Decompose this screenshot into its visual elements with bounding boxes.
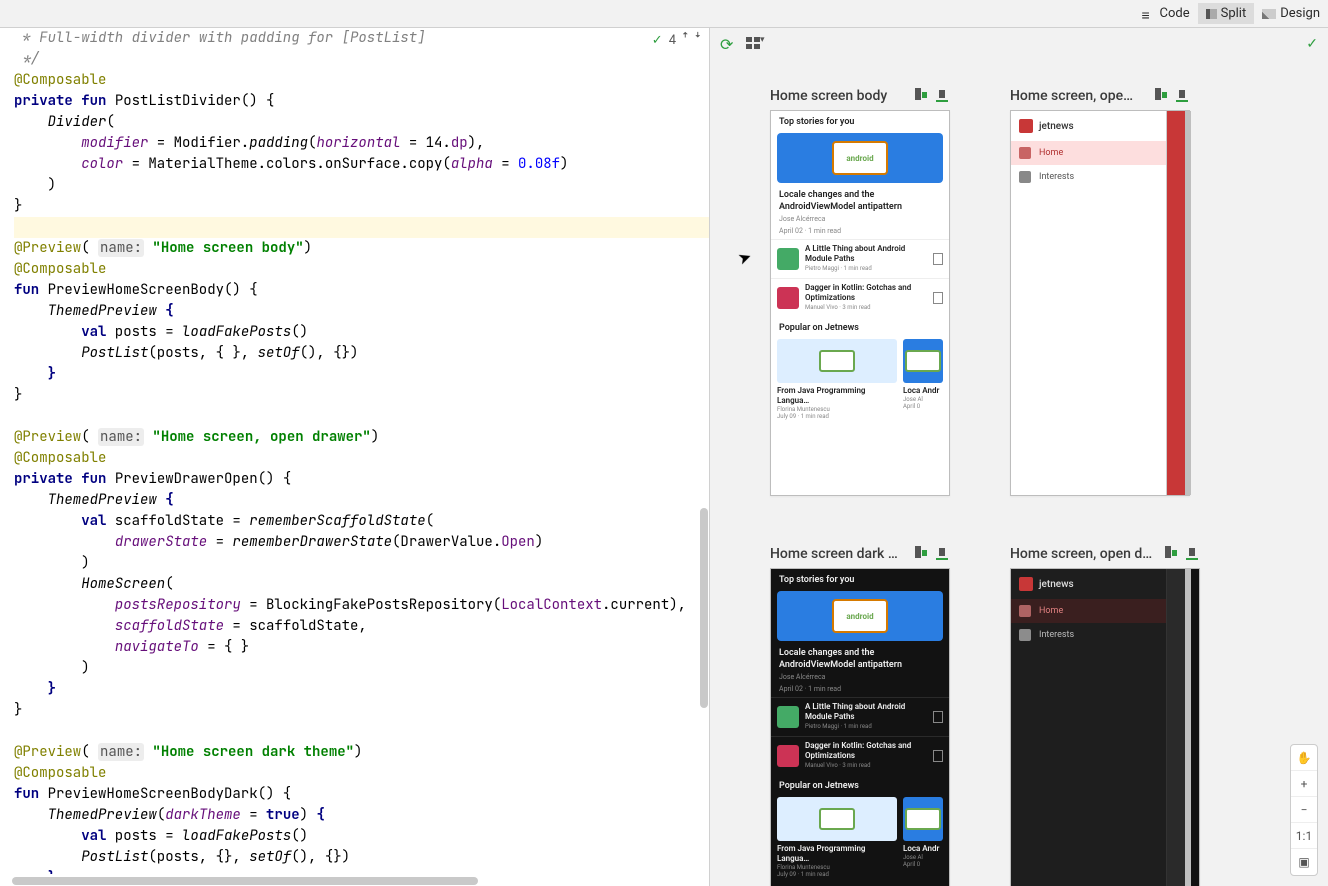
interactive-preview-icon[interactable] bbox=[1174, 88, 1190, 104]
zoom-controls: ✋ + − 1:1 ▣ bbox=[1290, 744, 1318, 876]
deploy-to-device-icon[interactable] bbox=[912, 88, 928, 104]
deploy-to-device-icon[interactable] bbox=[912, 546, 928, 562]
preview-header: Home screen dark … bbox=[770, 546, 950, 562]
split-view-button[interactable]: Split bbox=[1198, 3, 1255, 24]
preview-frame[interactable]: Top stories for youandroidLocale changes… bbox=[770, 568, 950, 886]
code-view-button[interactable]: Code bbox=[1134, 3, 1198, 24]
preview-ok-check-icon: ✓ bbox=[1306, 36, 1318, 52]
preview-header: Home screen, ope… bbox=[1010, 88, 1190, 104]
code-view-label: Code bbox=[1160, 6, 1190, 21]
refresh-preview-icon[interactable] bbox=[720, 35, 736, 51]
interactive-preview-icon[interactable] bbox=[934, 88, 950, 104]
preview-frame[interactable]: jetnewsHomeInterests bbox=[1010, 110, 1190, 496]
layout-mode-icon[interactable] bbox=[746, 37, 760, 49]
preview-panel: ✓ Home screen body Top stories for youand… bbox=[710, 28, 1328, 886]
preview-title: Home screen dark … bbox=[770, 546, 906, 562]
preview-header: Home screen, open drawer dar… bbox=[1010, 546, 1200, 562]
zoom-fit-button[interactable]: ▣ bbox=[1291, 849, 1317, 875]
interactive-preview-icon[interactable] bbox=[934, 546, 950, 562]
preview-scroll-area[interactable]: Home screen body Top stories for youandro… bbox=[710, 58, 1328, 886]
preview-title: Home screen, ope… bbox=[1010, 88, 1146, 104]
pan-tool-button[interactable]: ✋ bbox=[1291, 745, 1317, 771]
zoom-1to1-button[interactable]: 1:1 bbox=[1291, 823, 1317, 849]
design-view-label: Design bbox=[1280, 6, 1320, 21]
editor-vertical-scrollbar[interactable] bbox=[700, 508, 708, 708]
deploy-to-device-icon[interactable] bbox=[1162, 546, 1178, 562]
preview-title: Home screen, open drawer dar… bbox=[1010, 546, 1156, 562]
preview-frame[interactable]: jetnewsHomeInterests bbox=[1010, 568, 1200, 886]
preview-title: Home screen body bbox=[770, 88, 906, 104]
code-editor-pane: ✓ 4 ꜛ ꜜ * Full-width divider with paddin… bbox=[0, 28, 710, 886]
preview-header: Home screen body bbox=[770, 88, 950, 104]
code-editor[interactable]: * Full-width divider with padding for [P… bbox=[0, 28, 709, 874]
code-icon bbox=[1142, 9, 1156, 19]
preview-toolbar bbox=[710, 28, 1328, 58]
interactive-preview-icon[interactable] bbox=[1184, 546, 1200, 562]
design-view-button[interactable]: Design bbox=[1254, 3, 1328, 24]
design-icon bbox=[1262, 9, 1276, 19]
editor-horizontal-scrollbar[interactable] bbox=[12, 876, 697, 886]
zoom-in-button[interactable]: + bbox=[1291, 771, 1317, 797]
split-view-label: Split bbox=[1221, 6, 1247, 21]
preview-frame[interactable]: Top stories for youandroidLocale changes… bbox=[770, 110, 950, 496]
zoom-out-button[interactable]: − bbox=[1291, 797, 1317, 823]
scrollbar-thumb[interactable] bbox=[12, 877, 478, 885]
view-mode-bar: Code Split Design bbox=[0, 0, 1328, 28]
deploy-to-device-icon[interactable] bbox=[1152, 88, 1168, 104]
split-icon bbox=[1206, 9, 1217, 19]
